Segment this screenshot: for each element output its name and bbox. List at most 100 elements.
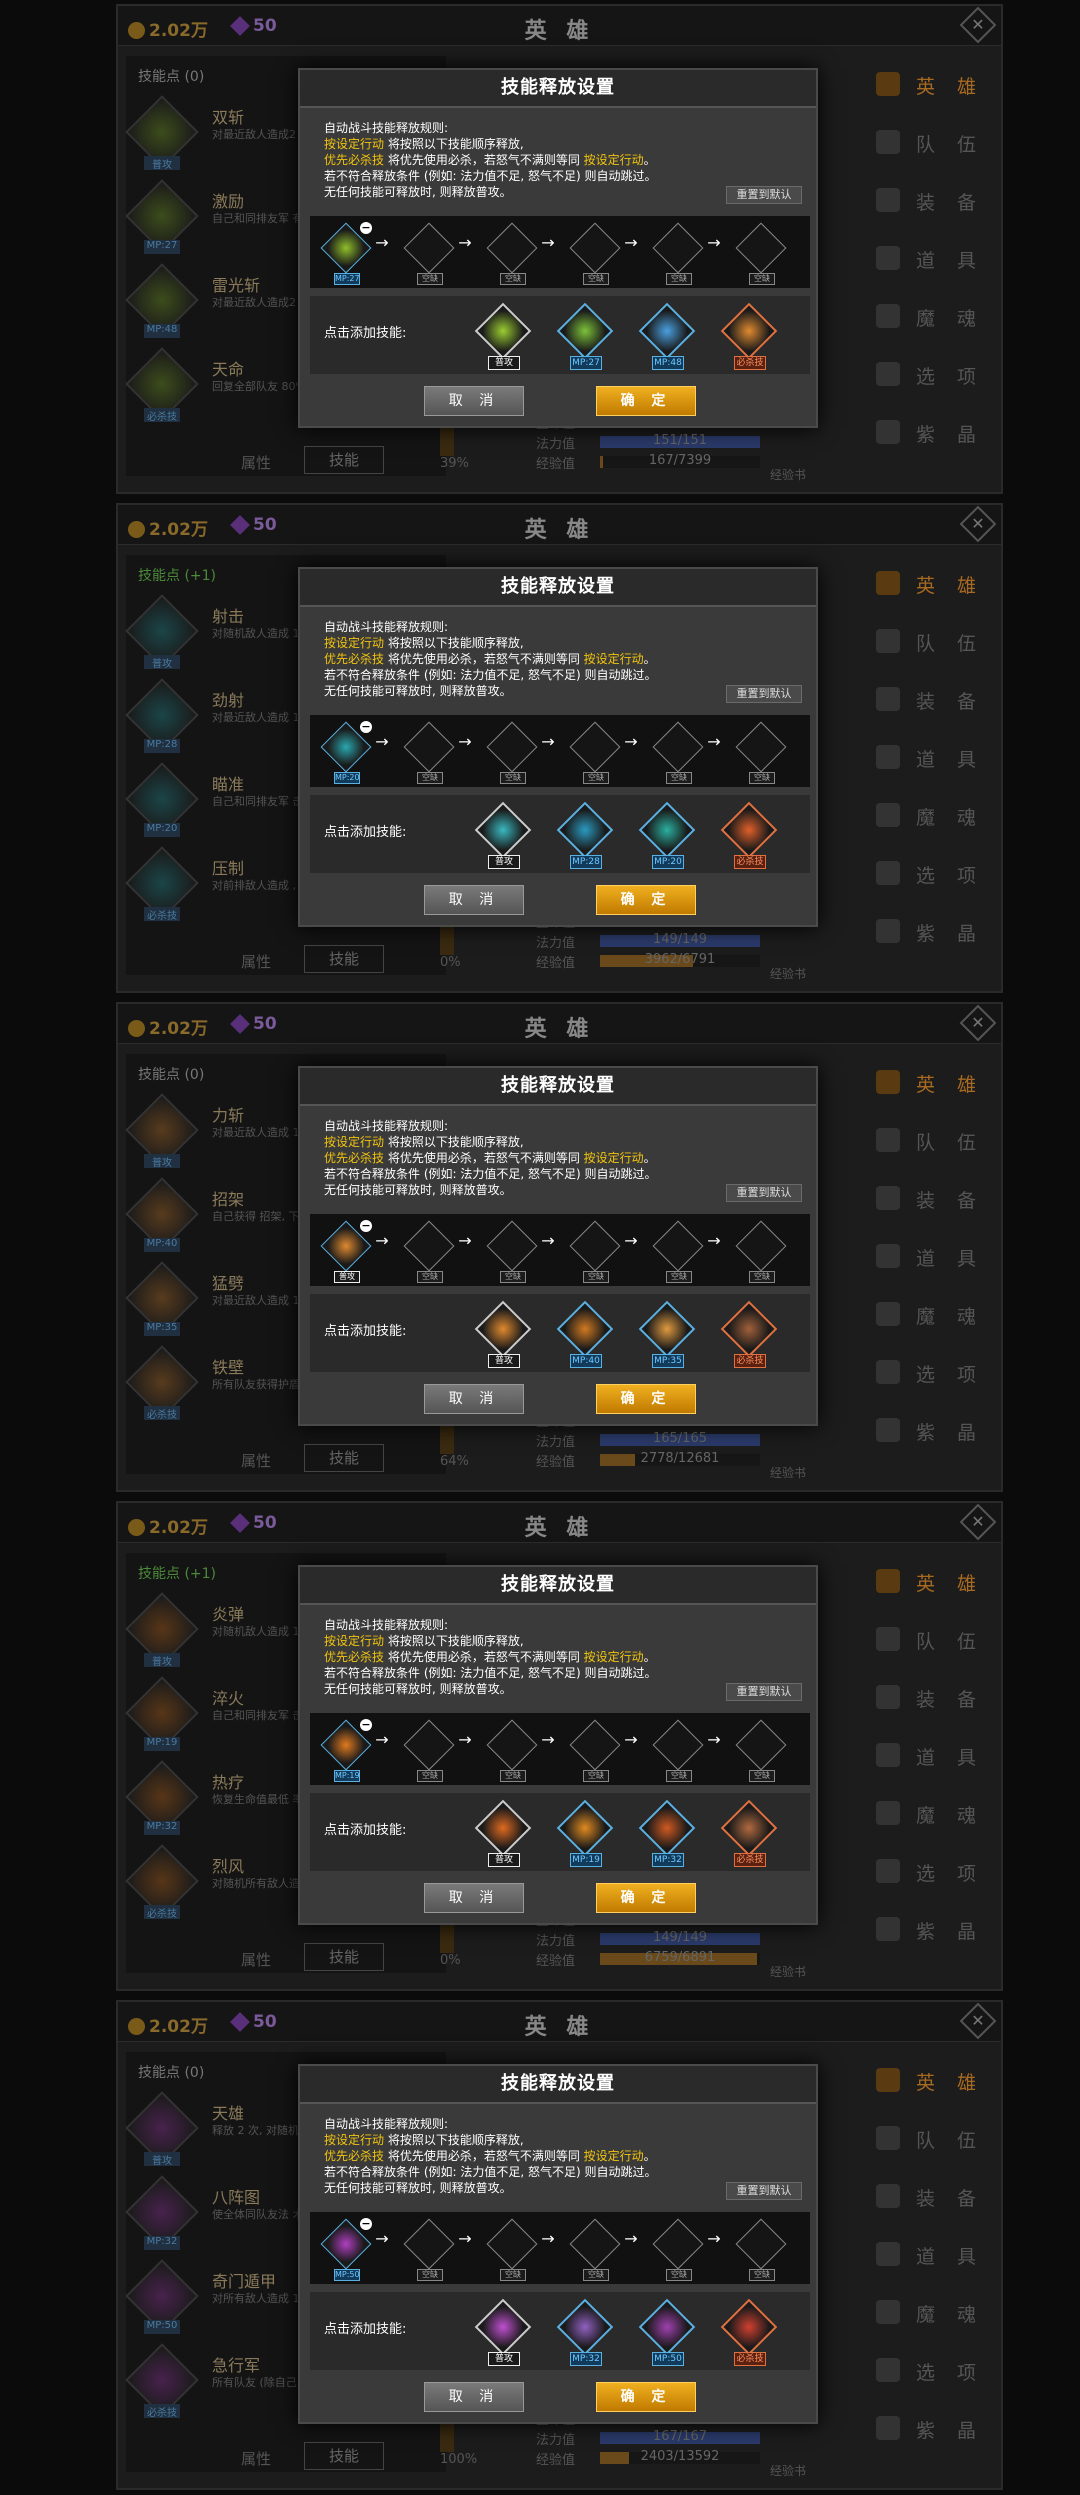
sequence-slot[interactable]: 空缺 [569,1220,621,1283]
nav-item[interactable]: 队 伍 [860,613,1000,671]
sequence-slot[interactable]: 空缺 [403,222,455,285]
tab-skills[interactable]: 技能 [304,2442,384,2470]
nav-item[interactable]: 道 具 [860,2226,1000,2284]
sequence-slot[interactable]: − 普攻 [320,1220,372,1283]
sequence-slot[interactable]: 空缺 [735,1719,787,1782]
nav-item[interactable]: 紫 晶 [860,903,1000,961]
tab-attributes[interactable]: 属性 [241,1949,271,1970]
sequence-slot[interactable]: 空缺 [652,721,704,784]
nav-item[interactable]: 队 伍 [860,2110,1000,2168]
add-skill-option[interactable]: MP:35 [638,1300,696,1368]
sequence-slot[interactable]: 空缺 [735,1220,787,1283]
nav-item[interactable]: 魔 魂 [860,787,1000,845]
nav-item[interactable]: 魔 魂 [860,2284,1000,2342]
add-skill-option[interactable]: MP:40 [556,1300,614,1368]
sequence-slot[interactable]: 空缺 [403,1220,455,1283]
sequence-slot[interactable]: 空缺 [403,2218,455,2281]
add-skill-option[interactable]: 必杀技 [720,302,778,370]
tab-skills[interactable]: 技能 [304,1943,384,1971]
nav-item[interactable]: 魔 魂 [860,1286,1000,1344]
sequence-slot[interactable]: 空缺 [486,1220,538,1283]
sequence-slot[interactable]: − MP:19 [320,1719,372,1782]
nav-item[interactable]: 队 伍 [860,1112,1000,1170]
nav-item[interactable]: 选 项 [860,1344,1000,1402]
confirm-button[interactable]: 确 定 [596,1883,696,1913]
nav-item[interactable]: 队 伍 [860,1611,1000,1669]
sequence-slot[interactable]: − MP:50 [320,2218,372,2281]
reset-default-button[interactable]: 重置到默认 [726,1184,802,1202]
sequence-slot[interactable]: 空缺 [403,721,455,784]
sequence-slot[interactable]: 空缺 [569,222,621,285]
add-skill-option[interactable]: MP:50 [638,2298,696,2366]
exp-book-button[interactable]: 经验书 [770,1963,806,1980]
nav-item[interactable]: 装 备 [860,2168,1000,2226]
add-skill-option[interactable]: MP:32 [638,1799,696,1867]
add-skill-option[interactable]: MP:48 [638,302,696,370]
nav-item[interactable]: 装 备 [860,671,1000,729]
add-skill-option[interactable]: 普攻 [474,1799,532,1867]
add-skill-option[interactable]: 必杀技 [720,1799,778,1867]
confirm-button[interactable]: 确 定 [596,885,696,915]
sequence-slot[interactable]: 空缺 [735,222,787,285]
nav-item[interactable]: 道 具 [860,1228,1000,1286]
nav-item[interactable]: 道 具 [860,1727,1000,1785]
sequence-slot[interactable]: 空缺 [569,1719,621,1782]
tab-skills[interactable]: 技能 [304,945,384,973]
nav-item[interactable]: 选 项 [860,845,1000,903]
cancel-button[interactable]: 取 消 [424,885,524,915]
nav-item[interactable]: 紫 晶 [860,404,1000,462]
add-skill-option[interactable]: MP:28 [556,801,614,869]
reset-default-button[interactable]: 重置到默认 [726,685,802,703]
sequence-slot[interactable]: 空缺 [486,1719,538,1782]
exp-book-button[interactable]: 经验书 [770,965,806,982]
cancel-button[interactable]: 取 消 [424,2382,524,2412]
remove-skill-icon[interactable]: − [360,721,372,733]
nav-item[interactable]: 装 备 [860,1170,1000,1228]
confirm-button[interactable]: 确 定 [596,386,696,416]
sequence-slot[interactable]: 空缺 [652,2218,704,2281]
tab-attributes[interactable]: 属性 [241,1450,271,1471]
nav-item[interactable]: 英 雄 [860,555,1000,613]
sequence-slot[interactable]: 空缺 [569,2218,621,2281]
sequence-slot[interactable]: 空缺 [486,721,538,784]
nav-item[interactable]: 英 雄 [860,1553,1000,1611]
remove-skill-icon[interactable]: − [360,2218,372,2230]
reset-default-button[interactable]: 重置到默认 [726,186,802,204]
sequence-slot[interactable]: 空缺 [486,2218,538,2281]
add-skill-option[interactable]: 普攻 [474,2298,532,2366]
add-skill-option[interactable]: 普攻 [474,801,532,869]
nav-item[interactable]: 紫 晶 [860,2400,1000,2458]
reset-default-button[interactable]: 重置到默认 [726,1683,802,1701]
sequence-slot[interactable]: 空缺 [735,721,787,784]
cancel-button[interactable]: 取 消 [424,386,524,416]
tab-skills[interactable]: 技能 [304,1444,384,1472]
tab-attributes[interactable]: 属性 [241,951,271,972]
add-skill-option[interactable]: 普攻 [474,1300,532,1368]
sequence-slot[interactable]: 空缺 [652,1220,704,1283]
confirm-button[interactable]: 确 定 [596,2382,696,2412]
cancel-button[interactable]: 取 消 [424,1883,524,1913]
sequence-slot[interactable]: − MP:20 [320,721,372,784]
nav-item[interactable]: 英 雄 [860,1054,1000,1112]
exp-book-button[interactable]: 经验书 [770,1464,806,1481]
add-skill-option[interactable]: 必杀技 [720,801,778,869]
sequence-slot[interactable]: − MP:27 [320,222,372,285]
sequence-slot[interactable]: 空缺 [403,1719,455,1782]
confirm-button[interactable]: 确 定 [596,1384,696,1414]
nav-item[interactable]: 装 备 [860,172,1000,230]
nav-item[interactable]: 紫 晶 [860,1901,1000,1959]
add-skill-option[interactable]: 必杀技 [720,2298,778,2366]
tab-attributes[interactable]: 属性 [241,452,271,473]
sequence-slot[interactable]: 空缺 [486,222,538,285]
nav-item[interactable]: 魔 魂 [860,288,1000,346]
sequence-slot[interactable]: 空缺 [652,1719,704,1782]
add-skill-option[interactable]: 必杀技 [720,1300,778,1368]
sequence-slot[interactable]: 空缺 [569,721,621,784]
cancel-button[interactable]: 取 消 [424,1384,524,1414]
add-skill-option[interactable]: 普攻 [474,302,532,370]
exp-book-button[interactable]: 经验书 [770,2462,806,2479]
nav-item[interactable]: 道 具 [860,230,1000,288]
remove-skill-icon[interactable]: − [360,1719,372,1731]
tab-skills[interactable]: 技能 [304,446,384,474]
add-skill-option[interactable]: MP:27 [556,302,614,370]
